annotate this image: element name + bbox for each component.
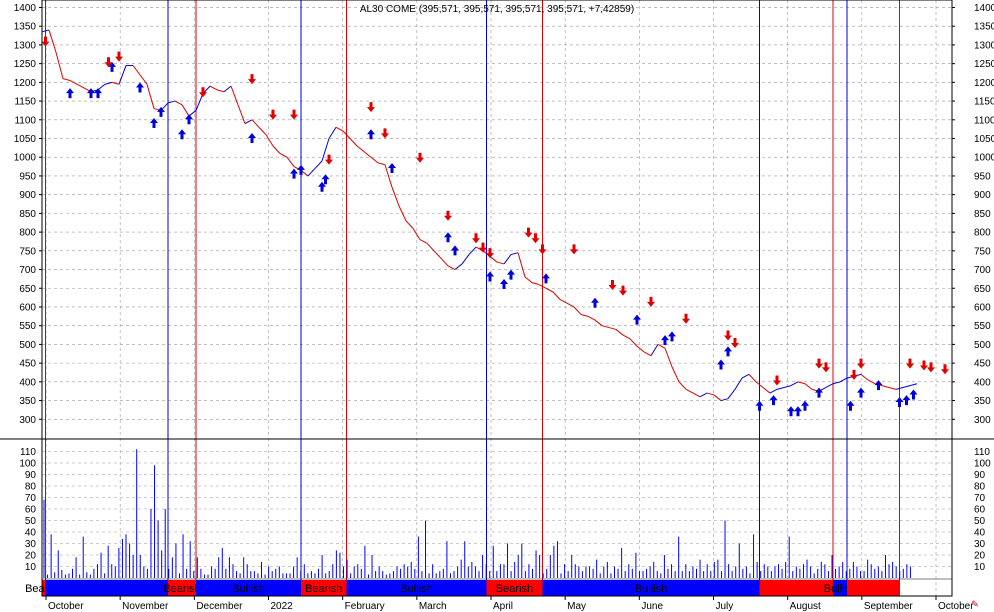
price-tick-label-right: 1150 [974,97,994,108]
price-tick-label-right: 900 [974,190,991,201]
volume-tick-label-right: 110 [974,447,990,458]
corner-logo-icon: ✎ [971,599,979,609]
volume-tick-label-left: 110 [20,447,36,458]
trend-band [847,580,900,596]
volume-tick-label-right: 60 [974,505,986,516]
price-tick-label-right: 1000 [974,153,994,164]
trend-band-label: Bullish [635,583,667,595]
price-tick-label-left: 800 [19,228,36,239]
price-tick-label-right: 300 [974,415,991,426]
price-tick-label-left: 1100 [14,115,36,126]
price-tick-label-left: 550 [19,321,36,332]
month-label: August [790,601,821,612]
volume-tick-label-right: 10 [974,562,986,573]
volume-tick-label-left: 90 [25,470,37,481]
price-tick-label-left: 600 [19,302,36,313]
month-label: February [345,601,385,612]
price-tick-label-right: 400 [974,377,991,388]
volume-tick-label-left: 20 [25,551,37,562]
svg-text:✎: ✎ [971,599,979,609]
volume-tick-label-left: 40 [25,528,37,539]
price-tick-label-right: 1300 [974,40,994,51]
trend-band [45,580,168,596]
volume-tick-label-right: 70 [974,493,986,504]
volume-tick-label-left: 80 [25,482,37,493]
price-tick-label-left: 1050 [14,134,37,145]
month-label: March [419,601,447,612]
price-tick-label-left: 650 [19,284,36,295]
price-tick-label-right: 800 [974,228,991,239]
price-tick-label-right: 700 [974,265,991,276]
chart-title: AL30 COME (395,571, 395,571, 395,571, 39… [360,4,634,15]
month-label: June [641,601,663,612]
trend-band-label: Bearish [496,583,533,595]
volume-tick-label-right: 80 [974,482,986,493]
volume-tick-label-left: 50 [25,516,37,527]
trend-band-label: Bearish [163,583,200,595]
volume-tick-label-right: 20 [974,551,986,562]
price-tick-label-left: 1200 [14,78,37,89]
month-label: October [938,601,974,612]
price-tick-label-left: 450 [19,359,36,370]
volume-tick-label-right: 100 [974,459,991,470]
volume-tick-label-left: 10 [25,562,37,573]
price-tick-label-left: 1300 [14,40,37,51]
trend-band-label: Bearish [305,583,342,595]
month-label: September [864,601,914,612]
price-tick-label-left: 850 [19,209,36,220]
volume-tick-label-left: 100 [19,459,36,470]
price-tick-label-right: 600 [974,302,991,313]
volume-tick-label-left: 70 [25,493,37,504]
price-tick-label-right: 650 [974,284,991,295]
price-tick-label-right: 450 [974,359,991,370]
price-tick-label-left: 1000 [14,153,37,164]
price-tick-label-right: 1050 [974,134,994,145]
price-tick-label-left: 1250 [14,59,37,70]
volume-tick-label-left: 60 [25,505,37,516]
volume-tick-label-right: 40 [974,528,986,539]
price-tick-label-right: 1400 [974,3,994,14]
month-label: November [122,601,169,612]
price-tick-label-right: 950 [974,171,991,182]
trend-band-label: Bullish [400,583,432,595]
price-tick-label-right: 1200 [974,78,994,89]
price-tick-label-left: 750 [19,246,36,257]
month-label: April [493,601,513,612]
price-tick-label-left: 500 [19,340,36,351]
price-tick-label-right: 350 [974,396,991,407]
price-tick-label-left: 900 [19,190,36,201]
price-tick-label-left: 1150 [14,97,36,108]
price-tick-label-right: 1250 [974,59,994,70]
trend-bands: Bearish Bearish Bullish Bearish Bullish Beari… [25,580,900,596]
volume-tick-label-right: 30 [974,539,986,550]
month-label: October [48,601,84,612]
price-tick-label-right: 1100 [974,115,994,126]
price-tick-label-left: 1400 [14,3,37,14]
month-label: December [196,601,243,612]
price-chart: Bearish Bearish Bullish Bearish Bullish Beari… [0,0,994,612]
price-tick-label-right: 750 [974,246,991,257]
price-tick-label-left: 1350 [14,22,37,33]
price-tick-label-right: 1350 [974,22,994,33]
month-label: May [567,601,586,612]
price-tick-label-right: 550 [974,321,991,332]
price-tick-label-left: 950 [19,171,36,182]
volume-tick-label-left: 30 [25,539,37,550]
trend-band-label: Bullish [232,583,264,595]
price-tick-label-left: 400 [19,377,36,388]
price-tick-label-left: 350 [19,396,36,407]
price-tick-label-left: 700 [19,265,36,276]
month-label: July [716,601,734,612]
price-tick-label-left: 300 [19,415,36,426]
month-label: 2022 [271,601,294,612]
price-tick-label-right: 500 [974,340,991,351]
price-tick-label-right: 850 [974,209,991,220]
volume-tick-label-right: 50 [974,516,986,527]
trend-band [759,580,833,596]
volume-tick-label-right: 90 [974,470,986,481]
